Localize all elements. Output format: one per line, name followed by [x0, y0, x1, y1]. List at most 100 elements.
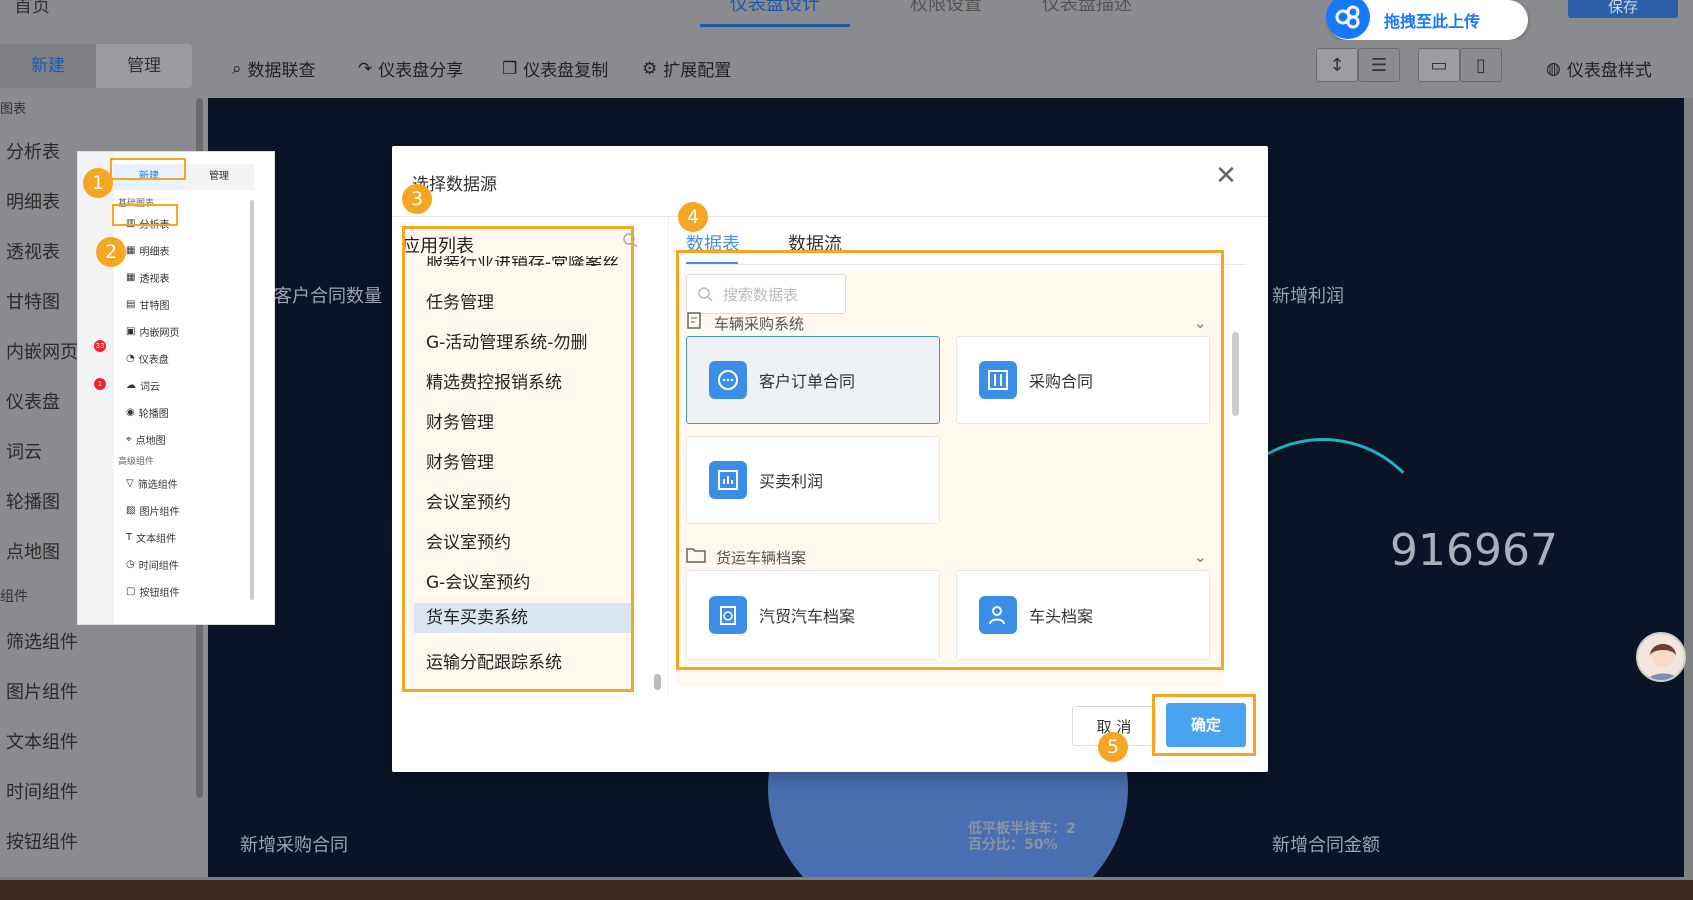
- inset-item-label: 筛选组件: [137, 480, 178, 491]
- share-icon: ↷: [358, 58, 373, 79]
- sidebar-item[interactable]: 仪表盘: [6, 388, 60, 414]
- inset-item-label: 明细表: [139, 247, 170, 258]
- pivot-icon: ▦: [126, 272, 136, 283]
- sidebar-tab-manage[interactable]: 管理: [96, 44, 192, 88]
- mobile-view-button[interactable]: ▯: [1460, 48, 1502, 82]
- highlight-box: [112, 204, 178, 226]
- sidebar-item[interactable]: 词云: [6, 438, 42, 464]
- step-marker: 5: [1098, 732, 1128, 762]
- kpi-number: 916967: [1390, 525, 1558, 576]
- sidebar-item[interactable]: 轮播图: [6, 488, 60, 514]
- tab-description[interactable]: 仪表盘描述: [1042, 0, 1132, 27]
- copy-icon: ❐: [502, 58, 518, 79]
- dashboard-style-button[interactable]: ◍ 仪表盘样式: [1546, 56, 1652, 82]
- inset-item: ▦ 透视表: [126, 270, 169, 285]
- sidebar-item[interactable]: 按钮组件: [6, 828, 78, 854]
- search-chart-icon: ⌕: [232, 58, 242, 79]
- save-button[interactable]: 保存: [1568, 0, 1678, 18]
- inset-item-label: 点地图: [135, 436, 166, 447]
- notification-badge: 1: [94, 378, 106, 390]
- sidebar-item[interactable]: 图片组件: [6, 678, 78, 704]
- chart-tooltip-line: 百分比：50%: [968, 837, 1058, 853]
- sidebar-section-advanced: 组件: [0, 589, 28, 605]
- design-tabs: 仪表盘设计 权限设置 仪表盘描述: [700, 0, 1132, 27]
- table-icon: ▦: [126, 245, 136, 256]
- drag-upload-widget[interactable]: 拖拽至此上传: [1326, 0, 1528, 40]
- inset-item: ◉ 轮播图: [126, 405, 169, 420]
- app-list-scrollbar[interactable]: [654, 674, 661, 690]
- inset-item-label: 文本组件: [136, 534, 177, 545]
- toolbar-label: 仪表盘分享: [378, 61, 464, 81]
- inset-item-label: 轮播图: [138, 409, 169, 420]
- line-height-loose-button[interactable]: ☰: [1358, 48, 1400, 82]
- inset-scrollbar: [250, 200, 254, 600]
- desktop-icon: ▭: [1430, 54, 1448, 76]
- text-icon: T: [126, 532, 133, 543]
- upload-label: 拖拽至此上传: [1384, 12, 1481, 31]
- palette-icon: ◍: [1546, 58, 1561, 79]
- table-list-scrollbar[interactable]: [1232, 332, 1239, 416]
- highlight-box: [110, 158, 186, 180]
- sidebar-item[interactable]: 透视表: [6, 238, 60, 264]
- sidebar-tab-new[interactable]: 新建: [0, 44, 96, 88]
- clock-icon: ◷: [126, 559, 135, 570]
- select-datasource-dialog: 选择数据源 ✕ 服装行业进销存-党隆案丝 任务管理 G-活动管理系统-勿删 精选…: [392, 146, 1268, 772]
- highlight-box: [676, 250, 1224, 670]
- tab-permission[interactable]: 权限设置: [910, 0, 982, 27]
- copy-dashboard-button[interactable]: ❐ 仪表盘复制: [502, 56, 608, 82]
- inset-item: ▨ 图片组件: [126, 503, 179, 518]
- card-title: 新增采购合同: [240, 835, 348, 856]
- filter-icon: ▽: [126, 478, 134, 489]
- tutorial-inset: 33 1 新建 管理 基础图表 ▥ 分析表 ▦ 明细表 ▦ 透视表 ▤ 甘特图 ▣ 内嵌网…: [78, 152, 274, 624]
- extension-config-button[interactable]: ⚙ 扩展配置: [642, 56, 732, 82]
- sidebar-item[interactable]: 分析表: [6, 138, 60, 164]
- inset-item: ▣ 内嵌网页: [126, 324, 179, 339]
- inset-item-label: 时间组件: [138, 561, 179, 572]
- mobile-icon: ▯: [1476, 54, 1486, 76]
- sidebar-item[interactable]: 内嵌网页: [6, 338, 78, 364]
- webpage-icon: ▣: [126, 326, 136, 337]
- sidebar-item[interactable]: 明细表: [6, 188, 60, 214]
- inset-item: ▢ 按钮组件: [126, 584, 179, 599]
- inset-item-label: 内嵌网页: [139, 328, 180, 339]
- inset-item-label: 甘特图: [139, 301, 170, 312]
- gauge-icon: ◔: [126, 353, 135, 364]
- inset-item: T 文本组件: [126, 530, 176, 545]
- inset-item: ▦ 明细表: [126, 243, 169, 258]
- step-marker: 1: [83, 168, 113, 198]
- inset-item-label: 词云: [140, 382, 160, 393]
- step-marker: 3: [402, 184, 432, 214]
- inset-edge: [256, 152, 274, 200]
- line-height-compact-button[interactable]: ↕: [1316, 48, 1358, 82]
- gantt-icon: ▤: [126, 299, 136, 310]
- inset-item: ⌖ 点地图: [126, 432, 166, 447]
- toolbar-label: 仪表盘样式: [1566, 61, 1652, 81]
- inset-item: ◔ 仪表盘: [126, 351, 169, 366]
- card-title: 新增合同金额: [1272, 835, 1380, 856]
- share-dashboard-button[interactable]: ↷ 仪表盘分享: [358, 56, 464, 82]
- step-marker: 2: [96, 237, 126, 267]
- inset-item-label: 透视表: [139, 274, 170, 285]
- gear-icon: ⚙: [642, 58, 658, 79]
- step-marker: 4: [678, 202, 708, 232]
- close-icon[interactable]: ✕: [1212, 162, 1240, 190]
- assistant-avatar[interactable]: [1636, 632, 1686, 682]
- inset-item: ▽ 筛选组件: [126, 476, 178, 491]
- highlight-box: [402, 226, 634, 692]
- sidebar-item[interactable]: 文本组件: [6, 728, 78, 754]
- data-linkage-button[interactable]: ⌕ 数据联查: [232, 56, 316, 82]
- map-pin-icon: ⌖: [126, 434, 132, 445]
- toolbar-label: 数据联查: [247, 61, 316, 81]
- inset-tab-manage: 管理: [184, 164, 254, 190]
- top-bar: 首页 仪表盘设计 权限设置 仪表盘描述 拖拽至此上传 保存: [0, 0, 1693, 40]
- sidebar-item[interactable]: 甘特图: [6, 288, 60, 314]
- carousel-icon: ◉: [126, 407, 135, 418]
- tab-dashboard-design[interactable]: 仪表盘设计: [700, 0, 850, 27]
- toolbar-label: 扩展配置: [663, 61, 732, 81]
- inset-item: ◷ 时间组件: [126, 557, 179, 572]
- inset-section-advanced: 高级组件: [118, 457, 155, 467]
- sidebar-item[interactable]: 时间组件: [6, 778, 78, 804]
- sidebar-item[interactable]: 筛选组件: [6, 628, 78, 654]
- sidebar-item[interactable]: 点地图: [6, 538, 60, 564]
- desktop-view-button[interactable]: ▭: [1418, 48, 1460, 82]
